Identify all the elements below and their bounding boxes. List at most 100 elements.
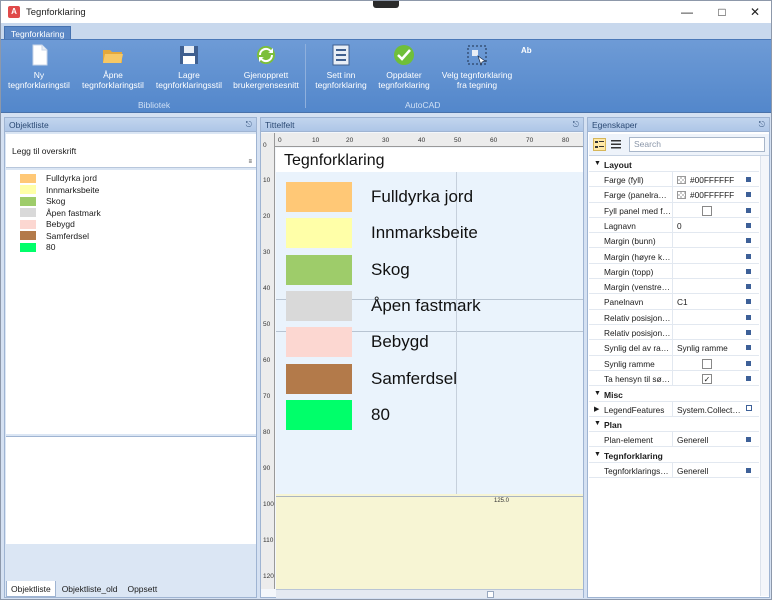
property-search-input[interactable]: Search [629, 137, 765, 152]
column-divider [672, 187, 673, 203]
legend-swatch [286, 291, 352, 321]
open-style-label-1: Åpne [103, 70, 123, 80]
object-list-panel: Objektliste ⎋ Legg til overskrift ≡ Full… [4, 117, 257, 598]
ribbon: Ny tegnforklaringstil Åpne tegnforklarin… [1, 39, 771, 113]
property-row[interactable]: Relativ posisjon… [589, 325, 759, 341]
legend-entry[interactable]: Innmarksbeite [286, 218, 478, 248]
property-name: Lagnavn [604, 220, 636, 231]
property-row[interactable]: Farge (panelra… #00FFFFFF [589, 187, 759, 203]
property-value[interactable]: 0 [677, 221, 682, 231]
legend-entry[interactable]: Samferdsel [286, 364, 457, 394]
column-divider [672, 462, 673, 478]
save-style-button[interactable]: Lagre tegnforklaringsstil [153, 44, 225, 90]
property-row[interactable]: Margin (høyre k… [589, 248, 759, 264]
property-row[interactable]: Lagnavn 0 [589, 217, 759, 234]
categorized-view-icon[interactable] [593, 138, 606, 151]
list-item[interactable]: Bebygd [20, 218, 75, 230]
tab-objektliste-old[interactable]: Objektliste_old [58, 581, 122, 597]
pin-icon[interactable]: ⎋ [759, 118, 765, 132]
category-tegnforklaring[interactable]: ▼ Tegnforklaring [589, 448, 759, 463]
property-value[interactable]: C1 [677, 297, 688, 307]
category-misc[interactable]: ▼ Misc [589, 387, 759, 402]
property-marker-icon [746, 284, 751, 290]
property-row[interactable]: Fyll panel med f… [589, 202, 759, 218]
vertical-scrollbar[interactable] [760, 156, 769, 596]
list-item[interactable]: Fulldyrka jord [20, 172, 97, 184]
minimize-button[interactable]: — [669, 1, 705, 23]
property-row[interactable]: Ta hensyn til sø… ✓ [589, 370, 759, 387]
property-value[interactable]: #00FFFFFF [690, 175, 734, 185]
property-row[interactable]: Panelnavn C1 [589, 294, 759, 310]
close-button[interactable]: ✕ [737, 1, 772, 23]
category-label: Layout [604, 160, 632, 170]
heading-input[interactable]: Legg til overskrift ≡ [6, 134, 256, 168]
pin-icon[interactable]: ⎋ [573, 118, 579, 132]
restore-ui-button[interactable]: Gjenopprett brukergrensesnitt [229, 44, 303, 90]
property-name: Farge (panelra… [604, 190, 667, 201]
tab-oppsett[interactable]: Oppsett [123, 581, 161, 597]
ribbon-tab-strip: Tegnforklaring [1, 23, 771, 41]
maximize-button[interactable]: □ [704, 1, 740, 23]
category-plan[interactable]: ▼ Plan [589, 417, 759, 432]
property-value[interactable]: #00FFFFFF [690, 190, 734, 200]
property-row[interactable]: Relativ posisjon… [589, 309, 759, 325]
property-row[interactable]: Margin (bunn) [589, 233, 759, 249]
alphabetical-view-icon[interactable] [610, 138, 623, 151]
property-row[interactable]: Synlig del av ra… Synlig ramme [589, 340, 759, 356]
legend-entry-label: Innmarksbeite [371, 223, 478, 242]
property-value[interactable]: Generell [677, 466, 708, 476]
legend-canvas[interactable]: 125.0 Tegnforklaring Fulldyrka jord Innm… [276, 148, 583, 589]
ruler-tick-label: 20 [263, 213, 271, 220]
list-item[interactable]: Innmarksbeite [20, 184, 99, 196]
spellcheck-icon[interactable]: Ab [521, 46, 533, 56]
property-row[interactable]: Margin (venstre… [589, 279, 759, 295]
legend-entry[interactable]: Fulldyrka jord [286, 182, 473, 212]
expand-icon[interactable]: ▶ [594, 405, 599, 413]
ruler-tick-label: 20 [346, 137, 354, 144]
list-item[interactable]: Åpen fastmark [20, 207, 101, 219]
tab-objektliste[interactable]: Objektliste [6, 581, 56, 597]
property-value[interactable]: System.Collect… [677, 405, 741, 415]
legend-entry-label: Åpen fastmark [371, 296, 481, 315]
horizontal-scrollbar[interactable] [276, 589, 583, 598]
collection-editor-icon[interactable] [746, 404, 752, 411]
property-checkbox[interactable] [702, 358, 712, 369]
open-style-button[interactable]: Åpne tegnforklaringstil [77, 44, 149, 90]
property-row[interactable]: Synlig ramme [589, 355, 759, 371]
legend-entry[interactable]: Åpen fastmark [286, 291, 481, 321]
property-value[interactable]: Synlig ramme [677, 343, 728, 353]
property-row[interactable]: Plan-element Generell [589, 432, 759, 448]
list-item[interactable]: 80 [20, 241, 55, 253]
legend-entry[interactable]: Bebygd [286, 327, 429, 357]
property-checkbox[interactable] [702, 205, 712, 216]
pin-icon[interactable]: ⎋ [246, 118, 252, 132]
ruler-tick-label: 10 [263, 177, 271, 184]
legend-entry[interactable]: Skog [286, 255, 410, 285]
ruler-tick-label: 30 [263, 249, 271, 256]
legend-entry[interactable]: 80 [286, 400, 390, 430]
object-list-tabs: Objektliste Objektliste_old Oppsett [6, 580, 256, 598]
property-row[interactable]: ▶ LegendFeatures System.Collect… [589, 401, 759, 417]
property-row[interactable]: Margin (topp) [589, 263, 759, 280]
scroll-thumb[interactable] [487, 591, 494, 598]
pick-legend-from-drawing-button[interactable]: Velg tegnforklaring fra tegning [437, 44, 517, 90]
ribbon-group-bibliotek: Bibliotek [138, 100, 171, 110]
collapse-icon: ▼ [594, 160, 601, 167]
property-row[interactable]: Tegnforklarings… Generell [589, 462, 759, 478]
new-style-button[interactable]: Ny tegnforklaringstil [7, 44, 71, 90]
ruler-tick-label: 40 [418, 137, 426, 144]
insert-legend-button[interactable]: Sett inn tegnforklaring [309, 44, 373, 90]
property-row[interactable]: Farge (fyll) #00FFFFFF [589, 172, 759, 188]
property-value[interactable]: Generell [677, 435, 708, 445]
column-divider [672, 217, 673, 233]
resize-grip-icon[interactable]: ≡ [248, 159, 252, 165]
column-divider [672, 325, 673, 340]
property-name: Plan-element [604, 435, 653, 445]
list-item[interactable]: Samferdsel [20, 230, 89, 242]
update-legend-button[interactable]: Oppdater tegnforklaring [373, 44, 435, 90]
category-layout[interactable]: ▼ Layout [589, 157, 759, 172]
list-item[interactable]: Skog [20, 195, 65, 207]
property-name: Fyll panel med f… [604, 205, 671, 216]
property-checkbox-checked[interactable]: ✓ [702, 373, 712, 384]
legend-title[interactable]: Tegnforklaring [284, 152, 385, 170]
